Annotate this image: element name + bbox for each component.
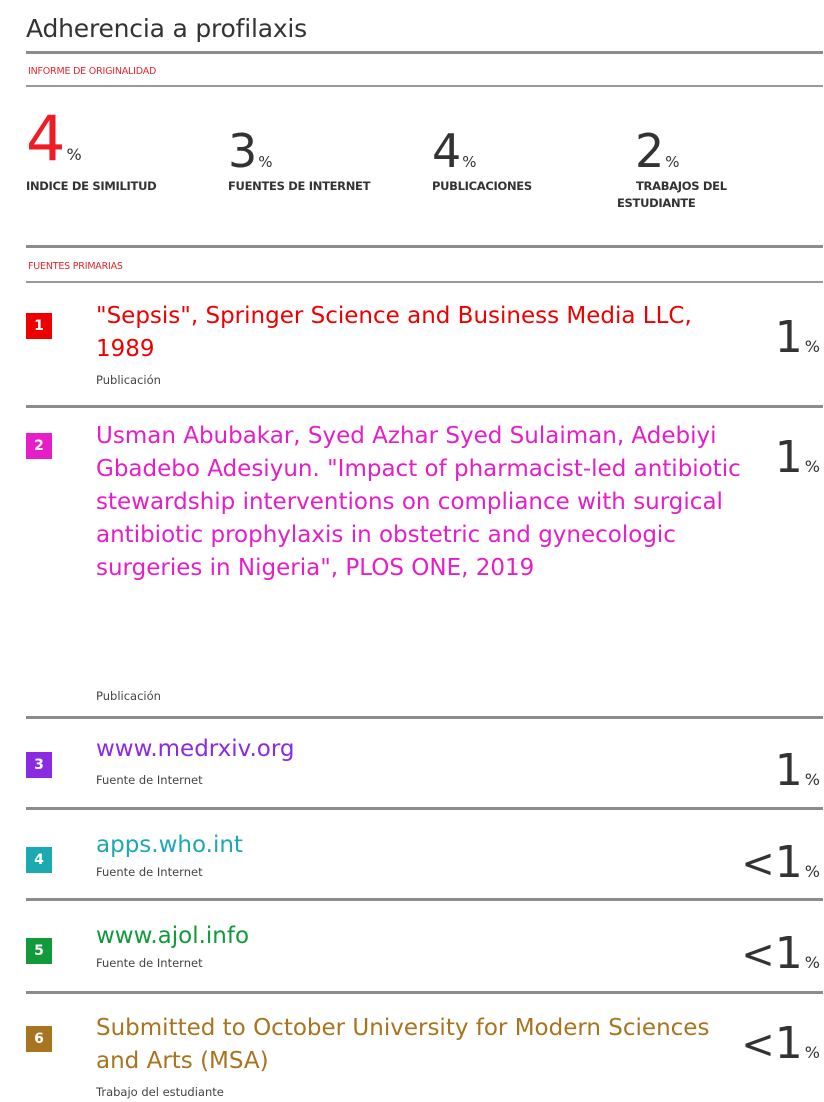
- source-type: Trabajo del estudiante: [96, 1085, 224, 1099]
- source-row[interactable]: 6 Submitted to October University for Mo…: [26, 1012, 823, 1100]
- source-rank-badge: 4: [26, 847, 52, 873]
- source-divider: [26, 898, 823, 901]
- source-percent: 1%: [774, 312, 820, 363]
- source-divider: [26, 991, 823, 994]
- source-percent: <1%: [741, 1018, 820, 1069]
- source-divider: [26, 716, 823, 719]
- source-percent: <1%: [741, 837, 820, 888]
- source-title[interactable]: www.medrxiv.org: [96, 733, 746, 766]
- title-divider: [26, 51, 823, 54]
- publications-unit: %: [462, 153, 477, 171]
- source-row[interactable]: 3 www.medrxiv.org Fuente de Internet 1%: [26, 733, 823, 793]
- source-title[interactable]: www.ajol.info: [96, 920, 746, 953]
- student-papers-label-line1: TRABAJOS DEL: [636, 179, 727, 193]
- source-percent: 1%: [774, 745, 820, 796]
- source-rank-badge: 2: [26, 433, 52, 459]
- source-type: Fuente de Internet: [96, 956, 203, 970]
- source-divider: [26, 405, 823, 408]
- source-row[interactable]: 4 apps.who.int Fuente de Internet <1%: [26, 829, 823, 889]
- source-type: Publicación: [96, 373, 161, 387]
- stats-divider: [26, 245, 823, 248]
- source-row[interactable]: 2 Usman Abubakar, Syed Azhar Syed Sulaim…: [26, 420, 823, 710]
- internet-stat: 3% FUENTES DE INTERNET: [228, 124, 370, 193]
- similarity-unit: %: [66, 145, 82, 164]
- source-type: Publicación: [96, 689, 161, 703]
- report-divider: [26, 85, 823, 87]
- primary-divider: [26, 281, 823, 283]
- publications-stat: 4% PUBLICACIONES: [432, 124, 532, 193]
- internet-value: 3: [228, 124, 258, 178]
- source-type: Fuente de Internet: [96, 773, 203, 787]
- internet-label: FUENTES DE INTERNET: [228, 179, 371, 193]
- source-type: Fuente de Internet: [96, 865, 203, 879]
- similarity-label: INDICE DE SIMILITUD: [26, 179, 157, 193]
- internet-unit: %: [258, 153, 273, 171]
- source-title[interactable]: apps.who.int: [96, 829, 746, 862]
- source-title[interactable]: Submitted to October University for Mode…: [96, 1012, 746, 1078]
- student-papers-unit: %: [665, 153, 680, 171]
- similarity-value: 4: [26, 102, 66, 175]
- originality-report: Adherencia a profilaxis INFORME DE ORIGI…: [0, 0, 824, 1102]
- report-label: INFORME DE ORIGINALIDAD: [28, 66, 157, 77]
- source-rank-badge: 6: [26, 1026, 52, 1052]
- student-papers-value: 2: [635, 124, 665, 178]
- primary-sources-label: FUENTES PRIMARIAS: [28, 261, 123, 272]
- source-rank-badge: 5: [26, 938, 52, 964]
- source-row[interactable]: 1 "Sepsis", Springer Science and Busines…: [26, 300, 823, 387]
- student-papers-label-line2: ESTUDIANTE: [617, 196, 696, 210]
- source-divider: [26, 807, 823, 810]
- source-rank-badge: 3: [26, 752, 52, 778]
- source-row[interactable]: 5 www.ajol.info Fuente de Internet <1%: [26, 920, 823, 980]
- source-percent: <1%: [741, 928, 820, 979]
- student-papers-stat: 2% TRABAJOS DEL ESTUDIANTE: [617, 124, 727, 210]
- similarity-stat: 4% INDICE DE SIMILITUD: [26, 102, 157, 194]
- publications-value: 4: [432, 124, 462, 178]
- source-title[interactable]: Usman Abubakar, Syed Azhar Syed Sulaiman…: [96, 420, 746, 585]
- source-rank-badge: 1: [26, 313, 52, 339]
- publications-label: PUBLICACIONES: [432, 179, 532, 193]
- document-title: Adherencia a profilaxis: [26, 14, 308, 43]
- source-title[interactable]: "Sepsis", Springer Science and Business …: [96, 300, 746, 366]
- source-percent: 1%: [774, 432, 820, 483]
